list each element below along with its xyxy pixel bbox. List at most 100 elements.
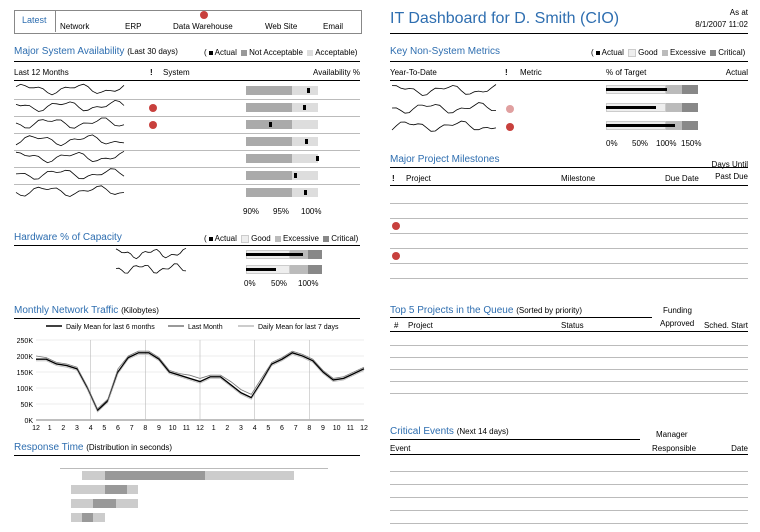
events-col-manager-2: Responsible (652, 444, 697, 453)
availability-col-history: Last 12 Months (14, 68, 69, 77)
availability-actual-marker (269, 122, 273, 127)
event-row-rule (390, 471, 748, 472)
hardware-bar-critical (308, 265, 322, 274)
availability-header-rule (14, 80, 360, 81)
tab-alert-icon (200, 11, 208, 19)
tab-latest[interactable]: Latest (15, 11, 56, 32)
x-tick-label: 12 (360, 425, 368, 432)
alert-icon (392, 222, 400, 230)
legend-label: Daily Mean for last 6 months (66, 324, 155, 331)
as-at-label: As at (729, 8, 748, 17)
availability-sparkline (15, 150, 125, 164)
x-tick-label: 2 (61, 425, 65, 432)
page-title: IT Dashboard for D. Smith (CIO) (390, 10, 620, 27)
event-row-rule (390, 484, 748, 485)
availability-sparkline (15, 168, 125, 180)
hardware-axis-0: 0% (244, 279, 256, 288)
availability-bar-poor (246, 188, 292, 197)
x-tick-label: 1 (212, 425, 216, 432)
availability-title: Major System Availability (Last 30 days) (14, 46, 178, 57)
x-tick-label: 9 (157, 425, 161, 432)
tab-email[interactable]: Email (323, 22, 343, 31)
availability-legend: (Actual Not Acceptable Acceptable) (204, 48, 358, 57)
tab-web-site[interactable]: Web Site (265, 22, 297, 31)
metric-actual-bar (606, 88, 667, 91)
milestone-row-rule (390, 263, 748, 264)
events-col-event: Event (390, 444, 411, 453)
response-band (93, 499, 116, 508)
metric-sparkline (391, 84, 497, 96)
queue-col-funding-1: Funding (663, 306, 692, 315)
queue-col-num: # (394, 321, 399, 330)
event-row-rule (390, 523, 748, 524)
availability-bar-good (292, 154, 318, 163)
availability-sparkline (15, 134, 125, 147)
availability-sparkline (15, 83, 125, 96)
network-rule (14, 318, 360, 319)
y-tick-label: 50K (21, 402, 34, 409)
availability-bar-good (292, 86, 318, 95)
metric-bar-critical (682, 121, 698, 130)
metric-actual-bar (606, 106, 657, 109)
metrics-axis-100: 100% (656, 139, 677, 148)
response-band (93, 513, 105, 522)
hardware-sparkline (115, 247, 187, 260)
availability-bar-poor (246, 86, 292, 95)
metric-bar-critical (682, 85, 698, 94)
milestones-rule (390, 167, 748, 168)
hardware-bar-critical (308, 250, 322, 259)
metrics-col-target: % of Target (606, 68, 647, 77)
legend-label: Last Month (188, 324, 223, 331)
event-row-rule (390, 497, 748, 498)
response-band (71, 513, 83, 522)
y-tick-label: 100K (17, 386, 34, 393)
y-tick-label: 250K (17, 338, 34, 345)
series-line (35, 350, 365, 410)
metrics-col-actual: Actual (725, 68, 748, 77)
events-col-manager-1: Manager (656, 430, 688, 439)
queue-col-funding-2: Approved (660, 319, 695, 328)
x-tick-label: 6 (116, 425, 120, 432)
queue-header-rule (390, 331, 748, 332)
x-tick-label: 3 (75, 425, 79, 432)
queue-col-start: Sched. Start (703, 321, 748, 330)
metrics-col-alert: ! (505, 68, 508, 77)
response-axis-rule (60, 468, 328, 469)
response-band (115, 499, 139, 508)
metric-sparkline (391, 102, 497, 114)
availability-actual-marker (305, 139, 309, 144)
tab-data-warehouse[interactable]: Data Warehouse (173, 22, 233, 31)
x-tick-label: 4 (253, 425, 257, 432)
metric-bar-excessive (666, 85, 682, 94)
milestone-row-rule (390, 278, 748, 279)
queue-title: Top 5 Projects in the Queue (Sorted by p… (390, 305, 582, 316)
tab-network[interactable]: Network (60, 22, 89, 31)
availability-actual-marker (307, 88, 311, 93)
availability-actual-marker (315, 156, 319, 161)
x-tick-label: 1 (48, 425, 52, 432)
metrics-legend: (Actual Good Excessive Critical) (591, 48, 746, 57)
queue-row-rule (390, 369, 748, 370)
alert-icon (149, 104, 157, 112)
queue-row-rule (390, 381, 748, 382)
x-tick-label: 4 (89, 425, 93, 432)
x-tick-label: 12 (32, 425, 40, 432)
network-title: Monthly Network Traffic (Kilobytes) (14, 305, 159, 316)
availability-bar-poor (246, 137, 292, 146)
metrics-title: Key Non-System Metrics (390, 46, 501, 57)
hardware-sparkline (115, 263, 187, 274)
tab-erp[interactable]: ERP (125, 22, 141, 31)
milestones-title: Major Project Milestones (390, 154, 500, 165)
milestones-col-alert: ! (392, 174, 395, 183)
metrics-axis-50: 50% (632, 139, 649, 148)
y-tick-label: 200K (17, 354, 34, 361)
x-tick-label: 3 (239, 425, 243, 432)
availability-bar-poor (246, 103, 292, 112)
availability-actual-marker (294, 173, 298, 178)
hardware-rule (14, 245, 360, 246)
event-row-rule (390, 510, 748, 511)
response-band (104, 485, 127, 494)
availability-axis-95: 95% (273, 207, 290, 216)
queue-col-project: Project (408, 321, 433, 330)
x-tick-label: 10 (333, 425, 341, 432)
